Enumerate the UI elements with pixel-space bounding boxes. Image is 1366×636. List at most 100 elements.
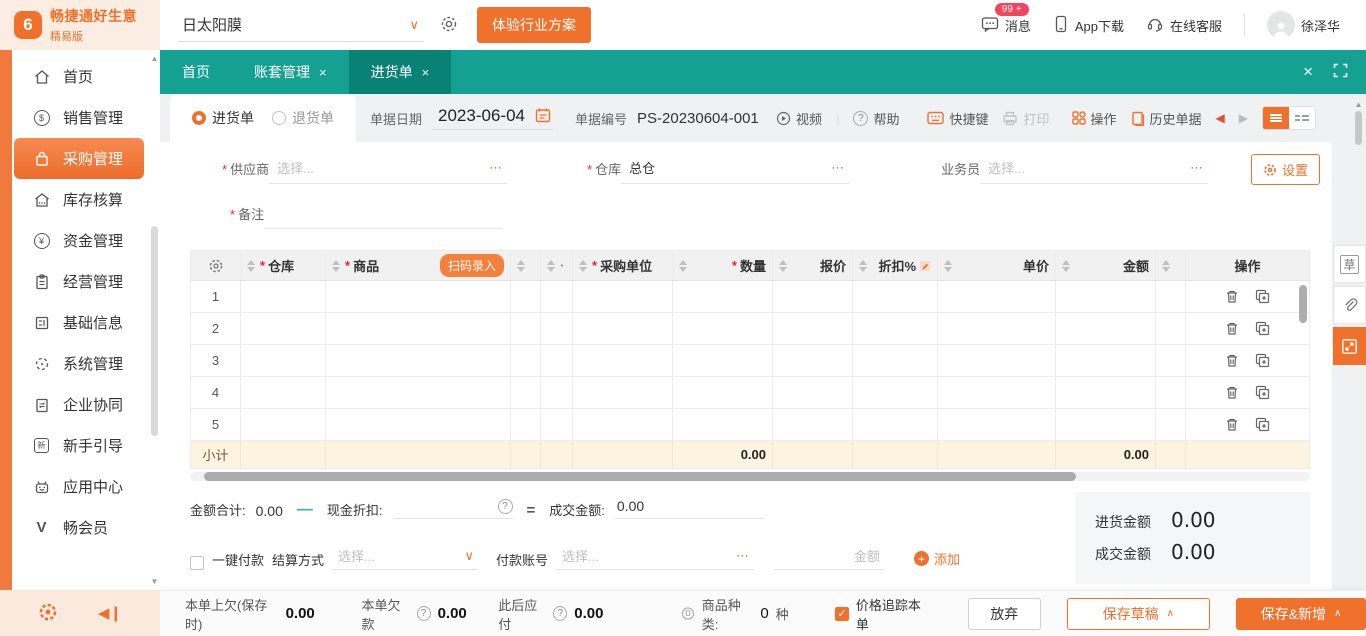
delete-row-icon[interactable]	[1225, 417, 1239, 432]
next-arrow-icon[interactable]: ▶	[1239, 111, 1248, 125]
table-row[interactable]: 4	[191, 377, 1309, 409]
sort-icon[interactable]	[859, 259, 867, 272]
sort-icon[interactable]	[332, 259, 340, 272]
pay-account-more-icon[interactable]: ⋯	[736, 548, 750, 564]
col-product[interactable]: * 商品 扫码录入	[326, 251, 511, 280]
list-view-toggle[interactable]	[1263, 107, 1289, 129]
scroll-down-icon[interactable]: ▼	[150, 577, 159, 586]
actions-button[interactable]: 操作	[1071, 109, 1117, 128]
sidebar-scroll-thumb[interactable]	[151, 226, 158, 436]
sidebar-scrollbar[interactable]: ▲ ▼	[150, 54, 159, 586]
delete-row-icon[interactable]	[1225, 385, 1239, 400]
grid-view-toggle[interactable]	[1289, 107, 1315, 129]
sort-icon[interactable]	[547, 259, 555, 272]
close-all-icon[interactable]: ×	[1303, 62, 1313, 82]
table-scroll-thumb[interactable]	[1299, 285, 1307, 323]
sort-icon[interactable]	[247, 259, 255, 272]
try-industry-plan-button[interactable]: 体验行业方案	[477, 7, 591, 43]
help-button[interactable]: ? 帮助	[853, 109, 899, 128]
column-settings-gear-icon[interactable]	[191, 251, 241, 280]
one-click-pay-checkbox[interactable]	[190, 556, 204, 570]
sort-icon[interactable]	[517, 259, 525, 272]
col-amount[interactable]: 金额	[1056, 251, 1156, 280]
add-payment-button[interactable]: + 添加	[914, 549, 960, 570]
sidebar-item-operations[interactable]: 经营管理	[12, 261, 148, 302]
scroll-up-icon[interactable]: ▲	[1354, 100, 1363, 109]
col-narrow-3[interactable]	[1156, 251, 1186, 280]
table-row[interactable]: 2	[191, 313, 1309, 345]
prev-arrow-icon[interactable]: ◀	[1216, 111, 1225, 125]
gear-icon[interactable]	[439, 14, 459, 37]
hotkeys-button[interactable]: 快捷键	[927, 109, 988, 128]
hscroll-thumb[interactable]	[204, 472, 1076, 481]
supplier-more-icon[interactable]: ⋯	[489, 160, 503, 176]
close-tab-icon[interactable]: ×	[319, 65, 327, 80]
price-track-checkbox[interactable]: ✓	[835, 606, 849, 621]
copy-row-icon[interactable]	[1255, 417, 1270, 432]
scan-entry-button[interactable]: 扫码录入	[439, 254, 504, 277]
table-row[interactable]: 1	[191, 281, 1309, 313]
calendar-icon[interactable]	[535, 107, 551, 126]
salesman-field[interactable]: 选择... ⋯	[980, 158, 1209, 184]
video-button[interactable]: 视频	[776, 109, 822, 128]
table-vertical-scrollbar[interactable]	[1299, 285, 1307, 435]
sort-icon[interactable]	[779, 259, 787, 272]
sidebar-item-collab[interactable]: 企业协同	[12, 384, 148, 425]
sort-icon[interactable]	[1062, 259, 1070, 272]
tab-home[interactable]: 首页	[160, 50, 232, 94]
table-horizontal-scrollbar[interactable]	[190, 472, 1310, 481]
col-discount[interactable]: 折扣%	[853, 251, 938, 280]
table-row[interactable]: 3	[191, 345, 1309, 377]
warehouse-field[interactable]: 总仓 ⋯	[621, 158, 850, 184]
scroll-up-icon[interactable]: ▲	[150, 54, 159, 63]
copy-row-icon[interactable]	[1255, 385, 1270, 400]
col-narrow-2[interactable]: ·	[541, 251, 573, 280]
pay-account-field[interactable]: 选择... ⋯	[556, 546, 755, 570]
col-quantity[interactable]: * 数量	[673, 251, 773, 280]
sidebar-item-sales[interactable]: $ 销售管理	[12, 97, 148, 138]
sidebar-item-inventory[interactable]: 库存核算	[12, 179, 148, 220]
sidebar-item-base-info[interactable]: 基础信息	[12, 302, 148, 343]
sidebar-item-guide[interactable]: 新 新手引导	[12, 425, 148, 466]
tab-purchase-order[interactable]: 进货单 ×	[348, 50, 452, 94]
radio-purchase-return[interactable]: 退货单	[272, 108, 334, 128]
col-quote[interactable]: 报价	[773, 251, 853, 280]
sort-icon[interactable]	[1162, 259, 1170, 272]
salesman-more-icon[interactable]: ⋯	[1190, 160, 1204, 176]
sidebar-item-funds[interactable]: ¥ 资金管理	[12, 220, 148, 261]
history-button[interactable]: 历史单据	[1131, 109, 1202, 128]
warehouse-more-icon[interactable]: ⋯	[831, 160, 845, 176]
col-warehouse[interactable]: * 仓库	[241, 251, 326, 280]
question-icon[interactable]: ?	[416, 606, 431, 621]
sidebar-item-purchase[interactable]: 采购管理	[14, 138, 144, 179]
remark-field[interactable]	[264, 207, 503, 229]
messages-button[interactable]: 消息 99 +	[981, 2, 1031, 36]
save-and-new-button[interactable]: 保存&新增 ∧	[1236, 597, 1366, 630]
fullscreen-icon[interactable]	[1333, 63, 1348, 81]
copy-row-icon[interactable]	[1255, 321, 1270, 336]
online-service-button[interactable]: 在线客服	[1146, 15, 1222, 36]
sidebar-item-apps[interactable]: 应用中心	[12, 466, 148, 507]
attachment-button[interactable]	[1333, 286, 1366, 324]
settings-button[interactable]: 设置	[1250, 154, 1320, 185]
print-button[interactable]: 打印	[1002, 109, 1050, 128]
collapse-sidebar-icon[interactable]: ◀❙	[98, 604, 122, 622]
delete-row-icon[interactable]	[1225, 353, 1239, 368]
delete-row-icon[interactable]	[1225, 289, 1239, 304]
question-icon[interactable]: ?	[553, 606, 568, 621]
settle-method-select[interactable]: 选择... ∨	[332, 546, 479, 570]
main-scroll-thumb[interactable]	[1355, 111, 1362, 145]
cash-discount-input[interactable]: ?	[392, 499, 513, 519]
sort-icon[interactable]	[679, 259, 687, 272]
copy-row-icon[interactable]	[1255, 353, 1270, 368]
radio-purchase-in[interactable]: 进货单	[192, 108, 254, 128]
app-download-button[interactable]: App下载	[1053, 15, 1124, 36]
tab-account-books[interactable]: 账套管理 ×	[232, 50, 349, 94]
user-menu[interactable]: 徐泽华	[1266, 11, 1340, 39]
expand-panel-button[interactable]	[1333, 327, 1366, 365]
save-draft-button[interactable]: 保存草稿 ∧	[1066, 597, 1210, 630]
sort-icon[interactable]	[579, 259, 587, 272]
sidebar-item-home[interactable]: 首页	[12, 56, 148, 97]
question-icon[interactable]: ?	[497, 499, 513, 514]
supplier-field[interactable]: 选择... ⋯	[269, 158, 508, 184]
